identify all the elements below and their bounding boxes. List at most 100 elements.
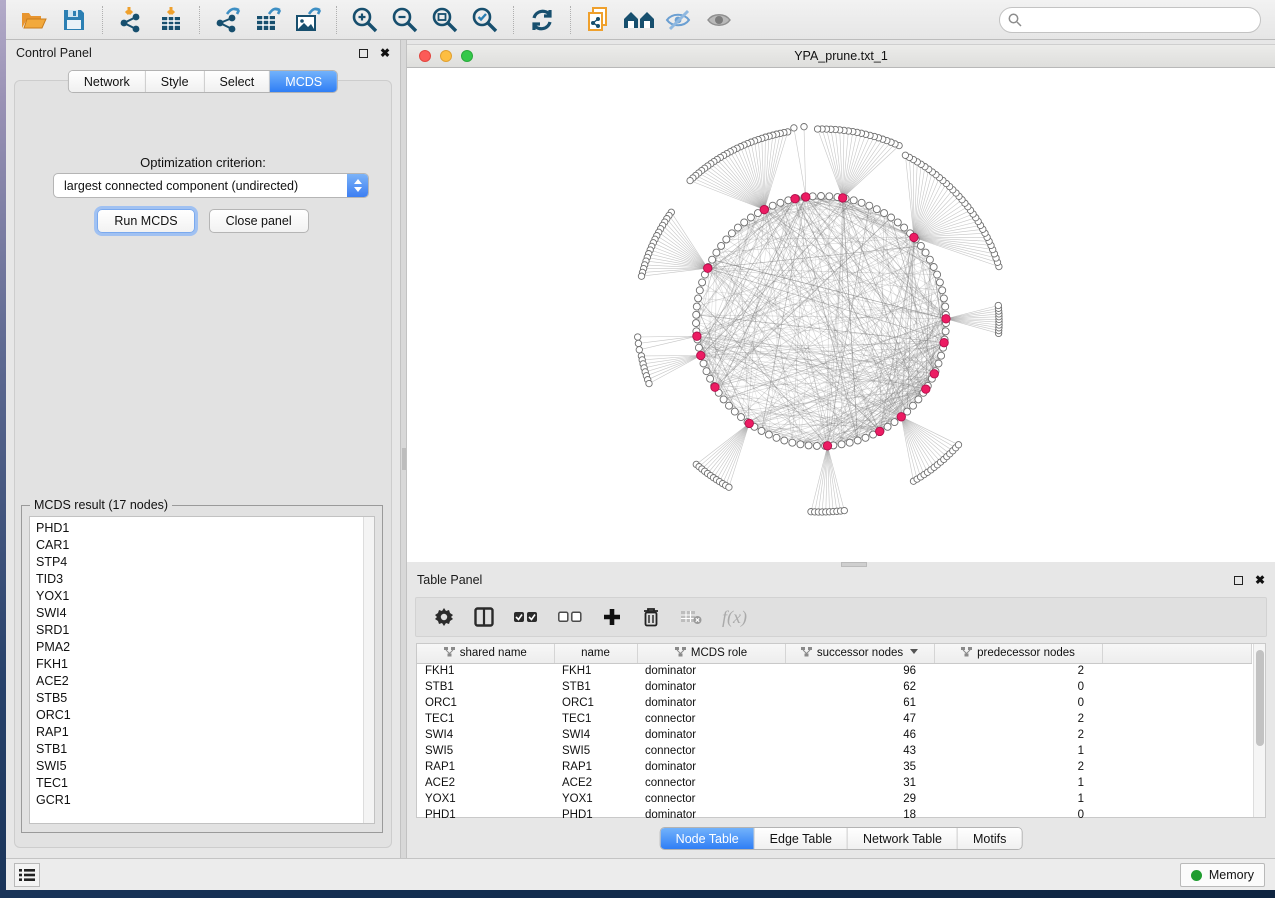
float-panel-icon[interactable] [359, 49, 368, 58]
network-graph[interactable] [407, 68, 1275, 562]
deselect-all-rows-button[interactable] [558, 603, 582, 631]
optimization-criterion-dropdown[interactable]: largest connected component (undirected) [53, 173, 369, 198]
network-node[interactable] [696, 287, 703, 294]
network-hub-node[interactable] [760, 205, 768, 213]
network-node[interactable] [891, 419, 898, 426]
mcds-result-item[interactable]: GCR1 [30, 791, 362, 808]
search-field[interactable] [999, 7, 1261, 33]
close-panel-icon[interactable]: ✖ [1255, 574, 1265, 586]
network-window-titlebar[interactable]: YPA_prune.txt_1 [407, 44, 1275, 68]
select-all-rows-button[interactable] [514, 603, 538, 631]
network-node[interactable] [695, 295, 702, 302]
network-node[interactable] [797, 441, 804, 448]
import-network-button[interactable] [111, 3, 151, 37]
network-node[interactable] [884, 423, 891, 430]
mcds-result-item[interactable]: FKH1 [30, 655, 362, 672]
mcds-result-item[interactable]: TEC1 [30, 774, 362, 791]
column-header-predecessor-nodes[interactable]: predecessor nodes [934, 644, 1102, 663]
mcds-result-item[interactable]: YOX1 [30, 587, 362, 604]
network-node[interactable] [741, 219, 748, 226]
run-mcds-button[interactable]: Run MCDS [97, 209, 194, 233]
network-node[interactable] [881, 210, 888, 217]
network-node[interactable] [777, 199, 784, 206]
export-network-button[interactable] [208, 3, 248, 37]
first-neighbors-button[interactable] [619, 3, 659, 37]
scrollbar-thumb[interactable] [1256, 650, 1264, 746]
network-hub-node[interactable] [910, 233, 918, 241]
network-hub-node[interactable] [745, 419, 753, 427]
table-row[interactable]: PHD1PHD1dominator180 [417, 807, 1252, 823]
network-node[interactable] [789, 439, 796, 446]
network-node[interactable] [723, 236, 730, 243]
network-node[interactable] [728, 230, 735, 237]
network-node[interactable] [942, 328, 949, 335]
network-node[interactable] [813, 442, 820, 449]
network-node[interactable] [709, 256, 716, 263]
tab-mcds[interactable]: MCDS [270, 71, 337, 92]
search-input[interactable] [1027, 13, 1252, 27]
mcds-result-item[interactable]: CAR1 [30, 536, 362, 553]
network-leaf-node[interactable] [646, 380, 652, 386]
delete-table-button[interactable] [680, 603, 702, 631]
network-node[interactable] [934, 271, 941, 278]
zoom-selected-button[interactable] [465, 3, 505, 37]
network-node[interactable] [926, 256, 933, 263]
mcds-result-item[interactable]: SRD1 [30, 621, 362, 638]
add-column-button[interactable] [602, 603, 622, 631]
network-node[interactable] [693, 320, 700, 327]
network-node[interactable] [713, 249, 720, 256]
show-all-button[interactable] [699, 3, 739, 37]
export-table-button[interactable] [248, 3, 288, 37]
table-row[interactable]: SWI5SWI5connector431 [417, 743, 1252, 759]
network-node[interactable] [888, 214, 895, 221]
network-node[interactable] [805, 442, 812, 449]
table-row[interactable]: SWI4SWI4dominator462 [417, 727, 1252, 743]
tab-select[interactable]: Select [205, 71, 271, 92]
network-leaf-node[interactable] [635, 340, 641, 346]
mcds-result-item[interactable]: ACE2 [30, 672, 362, 689]
close-panel-button[interactable]: Close panel [209, 209, 309, 233]
show-column-button[interactable] [474, 603, 494, 631]
table-row[interactable]: TEC1TEC1connector472 [417, 711, 1252, 727]
network-node[interactable] [818, 193, 825, 200]
network-node[interactable] [781, 437, 788, 444]
network-leaf-node[interactable] [726, 484, 732, 490]
network-node[interactable] [922, 249, 929, 256]
table-row[interactable]: YOX1YOX1connector291 [417, 791, 1252, 807]
network-node[interactable] [935, 360, 942, 367]
tab-node-table[interactable]: Node Table [661, 828, 755, 849]
network-hub-node[interactable] [897, 413, 905, 421]
network-node[interactable] [917, 242, 924, 249]
network-node[interactable] [726, 402, 733, 409]
network-leaf-node[interactable] [791, 125, 797, 131]
zoom-fit-button[interactable] [425, 3, 465, 37]
network-node[interactable] [707, 375, 714, 382]
table-row[interactable]: STB1STB1dominator620 [417, 679, 1252, 695]
network-node[interactable] [938, 352, 945, 359]
network-node[interactable] [734, 224, 741, 231]
network-leaf-node[interactable] [687, 177, 693, 183]
mcds-result-item[interactable]: TID3 [30, 570, 362, 587]
network-node[interactable] [866, 202, 873, 209]
network-node[interactable] [873, 206, 880, 213]
network-node[interactable] [773, 434, 780, 441]
network-node[interactable] [695, 344, 702, 351]
network-node[interactable] [826, 193, 833, 200]
mcds-result-item[interactable]: PHD1 [30, 519, 362, 536]
hide-selected-button[interactable] [659, 3, 699, 37]
network-node[interactable] [731, 408, 738, 415]
float-panel-icon[interactable] [1234, 576, 1243, 585]
open-file-button[interactable] [14, 3, 54, 37]
network-node[interactable] [915, 396, 922, 403]
network-node[interactable] [936, 279, 943, 286]
network-hub-node[interactable] [930, 370, 938, 378]
network-node[interactable] [858, 199, 865, 206]
tab-network-table[interactable]: Network Table [848, 828, 958, 849]
network-hub-node[interactable] [693, 332, 701, 340]
panel-menu-button[interactable] [14, 863, 40, 887]
network-leaf-node[interactable] [955, 442, 961, 448]
column-header-successor-nodes[interactable]: successor nodes [785, 644, 934, 663]
network-leaf-node[interactable] [801, 124, 807, 130]
network-node[interactable] [693, 311, 700, 318]
zoom-in-button[interactable] [345, 3, 385, 37]
